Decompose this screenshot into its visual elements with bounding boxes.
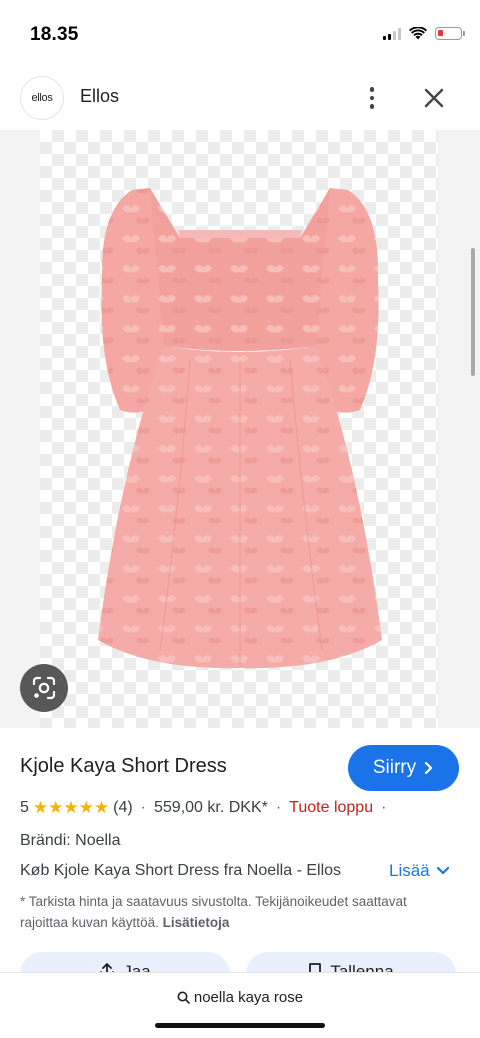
close-icon[interactable] — [418, 82, 450, 114]
source-name[interactable]: Ellos — [80, 86, 119, 107]
chevron-right-icon — [425, 761, 433, 775]
separator-dot: · — [381, 799, 387, 816]
battery-icon — [435, 27, 465, 40]
review-count: (4) — [113, 799, 133, 816]
product-image-area — [0, 130, 480, 728]
separator-dot: · — [140, 799, 146, 816]
product-image[interactable] — [80, 170, 400, 680]
more-link-label: Lisää — [389, 861, 430, 880]
search-query-text: noella kaya rose — [193, 989, 304, 1006]
visit-button[interactable]: Siirry — [348, 745, 459, 791]
rating-line: 5 ★★★★★ (4) · 559,00 kr. DKK* · Tuote lo… — [20, 798, 394, 818]
brand-line: Brändi: Noella — [20, 832, 121, 849]
more-options-button[interactable] — [356, 82, 388, 114]
chevron-down-icon — [436, 866, 449, 875]
rating-value: 5 — [20, 799, 29, 816]
product-description: Køb Kjole Kaya Short Dress fra Noella - … — [20, 862, 342, 879]
search-query[interactable]: noella kaya rose — [0, 989, 480, 1006]
home-indicator — [155, 1023, 325, 1028]
source-logo[interactable]: ellos — [20, 76, 64, 120]
google-lens-icon — [32, 676, 56, 700]
wifi-icon — [409, 27, 427, 40]
price: 559,00 kr. DKK* — [154, 799, 268, 816]
google-lens-button[interactable] — [20, 664, 68, 712]
disclaimer: * Tarkista hinta ja saatavuus sivustolta… — [20, 891, 440, 933]
source-header: ellos Ellos — [0, 70, 480, 130]
separator-dot: · — [275, 799, 282, 816]
status-icons — [383, 27, 465, 40]
learn-more-link[interactable]: Lisätietoja — [163, 915, 230, 930]
status-time: 18.35 — [30, 24, 79, 45]
visit-button-label: Siirry — [372, 757, 417, 778]
bottom-search-bar[interactable]: noella kaya rose — [0, 972, 480, 1038]
search-icon — [177, 991, 190, 1004]
more-link[interactable]: Lisää — [389, 861, 450, 881]
scroll-indicator[interactable] — [471, 248, 475, 376]
cellular-signal-icon — [383, 27, 401, 40]
more-vert-icon — [369, 87, 375, 92]
stock-status: Tuote loppu — [289, 799, 374, 816]
product-title: Kjole Kaya Short Dress — [20, 755, 227, 777]
star-rating-icon: ★★★★★ — [32, 798, 110, 817]
status-bar: 18.35 — [0, 0, 480, 70]
